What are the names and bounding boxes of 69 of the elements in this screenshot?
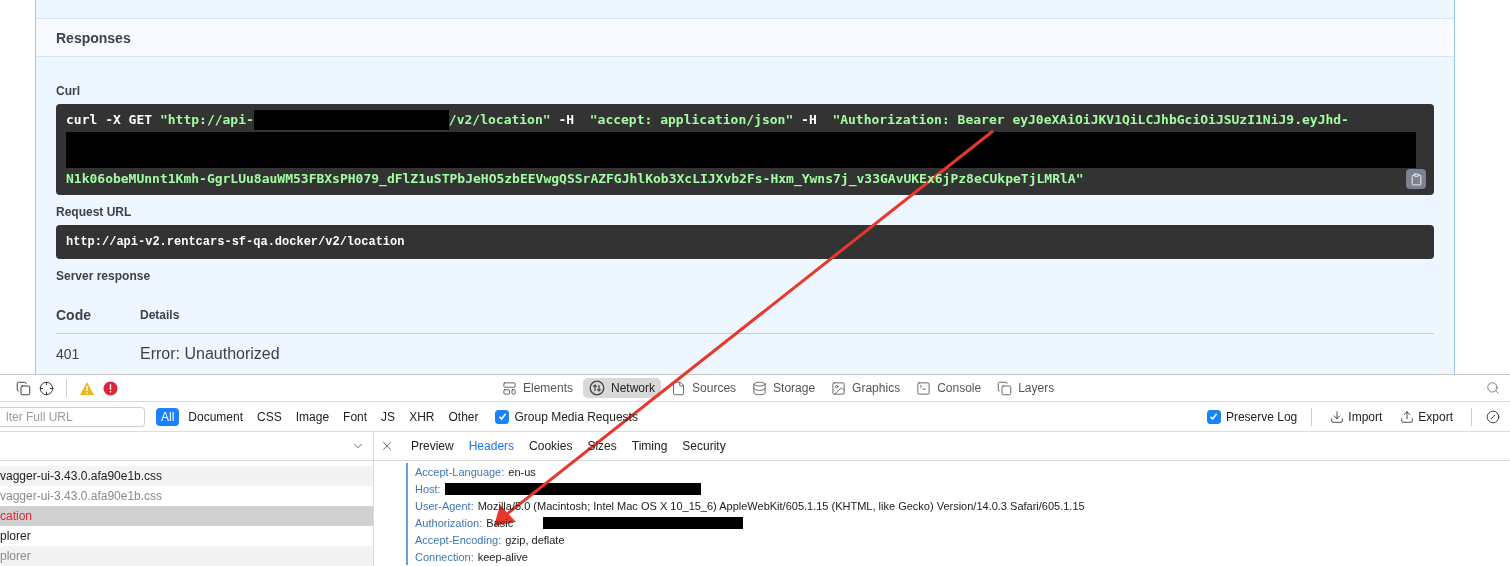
checkbox-label: Preserve Log <box>1225 409 1298 424</box>
layers-icon <box>997 380 1013 396</box>
checkbox[interactable] <box>495 409 510 424</box>
type-filter[interactable]: All <box>156 407 180 426</box>
devtools-tab[interactable]: Console <box>910 378 988 398</box>
request-url: http://api-v2.rentcars-sf-qa.docker/v2/location <box>66 235 405 249</box>
search-icon[interactable] <box>1486 381 1500 395</box>
code-text: /v2/location" -H "accept: application/json" -H "Authorization: Bearer eyJ0eXAiOiJKV1QiLCJhbGciOiJSUzI1NiJ9.eyJhd- <box>448 111 1349 129</box>
copy-button[interactable] <box>1406 169 1426 189</box>
curl-label: Curl <box>56 84 81 98</box>
devtools-tab[interactable]: Graphics <box>825 378 907 398</box>
header-value: keep-alive <box>477 550 528 563</box>
header-value: gzip, deflate <box>505 533 565 546</box>
image-icon <box>831 380 847 396</box>
request-name: vagger-ui-3.43.0.afa90e1b.css <box>0 489 163 503</box>
clipboard-icon <box>1409 172 1423 186</box>
error-icon[interactable] <box>103 380 118 396</box>
header-name: Host: <box>415 482 441 495</box>
clear-icon[interactable] <box>1486 409 1500 424</box>
windows-icon[interactable] <box>16 380 31 396</box>
status-code: 401 <box>56 346 81 362</box>
filter-field[interactable]: lter Full URL <box>0 406 145 427</box>
action-button[interactable]: Export <box>1396 409 1457 424</box>
detail-tab[interactable]: Security <box>676 439 732 453</box>
header-name: User-Agent: <box>415 499 474 512</box>
code-text: curl -X GET "http://api- <box>66 111 254 129</box>
devtools-tab[interactable]: Storage <box>746 378 822 398</box>
checkbox[interactable] <box>1206 409 1221 424</box>
devtools-tab[interactable]: Elements <box>496 378 580 398</box>
upload-icon <box>1400 409 1415 424</box>
devtools-tab[interactable]: Layers <box>991 378 1061 398</box>
column-header: Details <box>140 308 180 322</box>
header-name: Connection: <box>415 550 474 563</box>
request-row[interactable]: vagger-ui-3.43.0.afa90e1b.css <box>0 466 373 486</box>
request-name: plorer <box>0 529 31 543</box>
crosshair-icon[interactable] <box>39 380 54 396</box>
header-value: en-us <box>508 465 536 478</box>
database-icon <box>752 380 768 396</box>
request-name: cation <box>0 509 33 523</box>
devtools-tab[interactable]: Sources <box>665 378 743 398</box>
header-name: Accept-Encoding: <box>415 533 502 546</box>
type-filter[interactable]: XHR <box>404 407 440 426</box>
layout-icon <box>502 380 517 396</box>
header-name: Accept-Language: <box>415 465 505 478</box>
request-name: plorer <box>0 549 31 563</box>
type-filter[interactable]: Document <box>183 407 249 426</box>
close-icon <box>380 439 394 453</box>
header-name: Authorization: <box>415 516 483 529</box>
network-icon <box>589 380 606 396</box>
column-header: Code <box>56 307 92 323</box>
status-details: Error: Unauthorized <box>140 345 280 363</box>
type-filter[interactable]: CSS <box>252 407 287 426</box>
detail-tab[interactable]: Cookies <box>523 439 579 453</box>
request-url-label: Request URL <box>56 205 133 219</box>
type-filter[interactable]: JS <box>376 407 401 426</box>
detail-tab[interactable]: Timing <box>625 439 674 453</box>
detail-tab[interactable]: Headers <box>462 439 521 453</box>
type-filter[interactable]: Font <box>338 407 373 426</box>
devtools-tab[interactable]: Network <box>583 378 662 398</box>
server-response-label: Server response <box>56 269 152 283</box>
type-filter[interactable]: Other <box>443 407 484 426</box>
type-filter[interactable]: Image <box>290 407 335 426</box>
file-icon <box>671 380 687 396</box>
request-name: vagger-ui-3.43.0.afa90e1b.css <box>0 469 163 483</box>
section-title: Responses <box>56 29 131 46</box>
download-icon <box>1330 409 1345 424</box>
console-icon <box>916 380 932 396</box>
action-button[interactable]: Import <box>1326 409 1387 424</box>
detail-tab[interactable]: Preview <box>405 439 460 453</box>
